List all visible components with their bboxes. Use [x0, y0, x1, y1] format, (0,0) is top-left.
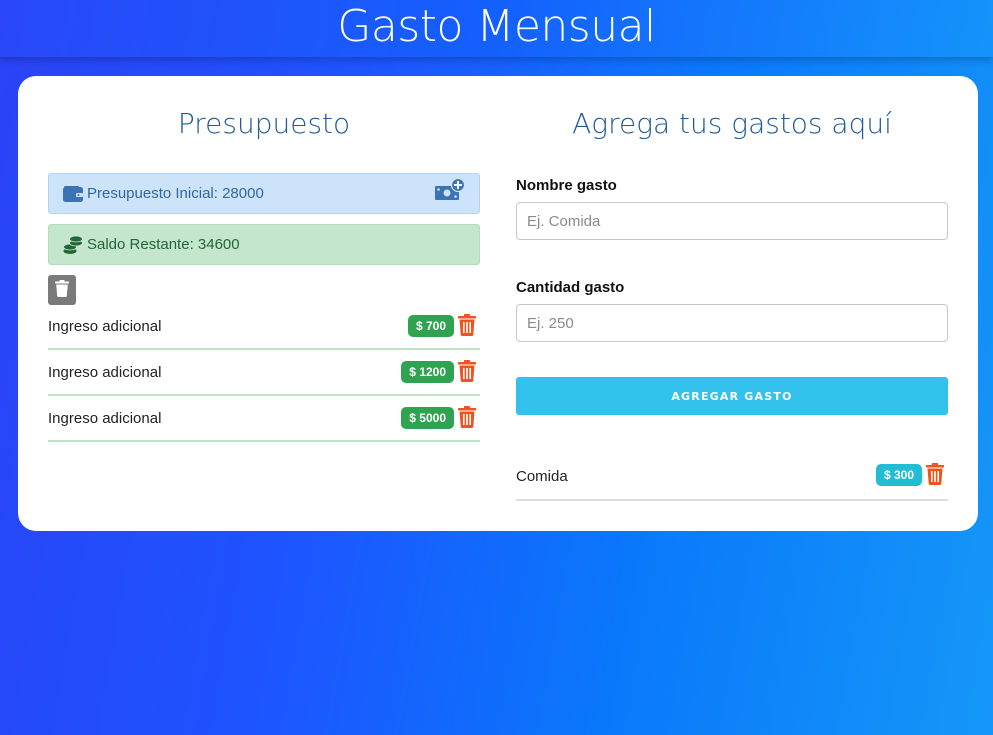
income-name: Ingreso adicional [48, 363, 162, 381]
income-amount-badge: $ 5000 [401, 407, 454, 429]
list-item: Ingreso adicional $ 5000 [48, 396, 480, 442]
initial-budget-text: Presupuesto Inicial: 28000 [87, 185, 264, 202]
add-expense-button[interactable]: AGREGAR GASTO [516, 377, 948, 415]
list-item: Comida $ 300 [516, 453, 948, 501]
income-name: Ingreso adicional [48, 409, 162, 427]
list-item: Ingreso adicional $ 700 [48, 304, 480, 350]
coins-icon [63, 235, 83, 255]
app-header: Gasto Mensual [0, 0, 993, 57]
expense-amount-badge: $ 300 [875, 464, 922, 486]
list-item: Ingreso adicional $ 1200 [48, 350, 480, 396]
remaining-balance-alert: Saldo Restante: 34600 [48, 224, 480, 265]
budget-title: Presupuesto [177, 107, 351, 140]
income-name: Ingreso adicional [48, 317, 162, 335]
trash-icon[interactable] [458, 314, 476, 336]
wallet-icon [63, 184, 83, 204]
trash-icon[interactable] [458, 406, 476, 428]
app-title: Gasto Mensual [337, 0, 656, 52]
income-amount-badge: $ 700 [407, 315, 454, 337]
expense-name-label: Nombre gasto [516, 177, 617, 194]
expense-name-input[interactable] [516, 202, 948, 240]
expense-quantity-label: Cantidad gasto [516, 279, 625, 296]
expenses-title: Agrega tus gastos aquí [572, 107, 892, 140]
trash-icon[interactable] [458, 360, 476, 382]
remaining-balance-text: Saldo Restante: 34600 [87, 236, 240, 253]
clear-incomes-button[interactable] [48, 275, 76, 305]
expense-list: Comida $ 300 [516, 453, 948, 501]
income-list: Ingreso adicional $ 700 Ingreso adiciona… [48, 304, 480, 442]
expense-quantity-input[interactable] [516, 304, 948, 342]
trash-icon[interactable] [926, 463, 944, 485]
initial-budget-alert: Presupuesto Inicial: 28000 [48, 173, 480, 214]
trash-icon [55, 280, 69, 300]
money-plus-icon[interactable] [435, 177, 466, 204]
expense-name: Comida [516, 467, 568, 485]
main-card: Presupuesto Presupuesto Inicial: 28000 S… [18, 76, 978, 531]
income-amount-badge: $ 1200 [401, 361, 454, 383]
